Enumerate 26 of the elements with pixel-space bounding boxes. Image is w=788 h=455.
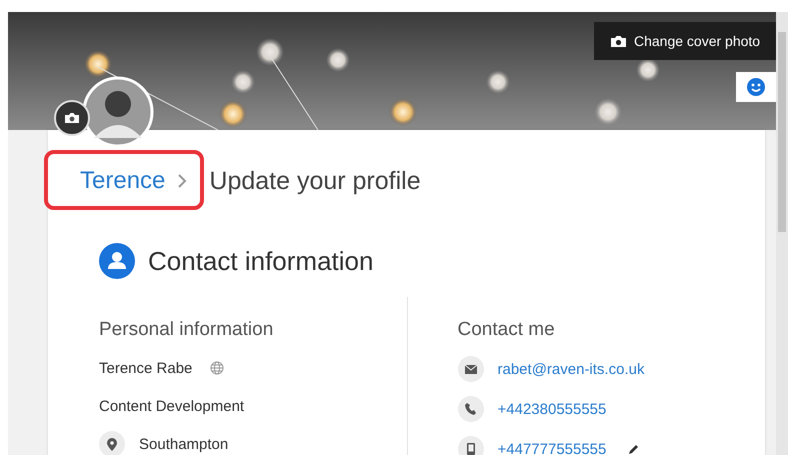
location-pin-icon — [99, 431, 125, 455]
change-cover-photo-button[interactable]: Change cover photo — [594, 22, 776, 60]
department-text: Content Development — [99, 398, 244, 414]
globe-icon — [210, 361, 224, 375]
email-link[interactable]: rabet@raven-its.co.uk — [498, 360, 644, 378]
phone-link[interactable]: +447777555555 — [498, 440, 606, 455]
section-heading: Contact information — [148, 246, 374, 276]
feedback-button[interactable] — [736, 72, 776, 102]
phone-icon — [458, 396, 484, 422]
camera-icon — [64, 112, 80, 124]
breadcrumb-link[interactable]: Terence — [80, 167, 166, 195]
name-text: Terence Rabe — [99, 360, 192, 376]
column-heading: Contact me — [458, 319, 556, 341]
location-text: Southampton — [139, 436, 228, 452]
pencil-icon[interactable] — [628, 443, 640, 455]
envelope-icon — [458, 356, 484, 382]
smiley-icon — [747, 78, 765, 96]
mobile-phone-icon — [458, 436, 484, 455]
scrollbar[interactable] — [776, 12, 788, 455]
chevron-icon — [177, 173, 188, 189]
camera-icon — [610, 34, 627, 48]
person-icon — [99, 243, 135, 279]
scrollbar-thumb[interactable] — [778, 32, 786, 232]
phone-link[interactable]: +442380555555 — [498, 400, 606, 418]
page-title: Update your profile — [209, 166, 421, 196]
column-heading: Personal information — [99, 319, 274, 341]
